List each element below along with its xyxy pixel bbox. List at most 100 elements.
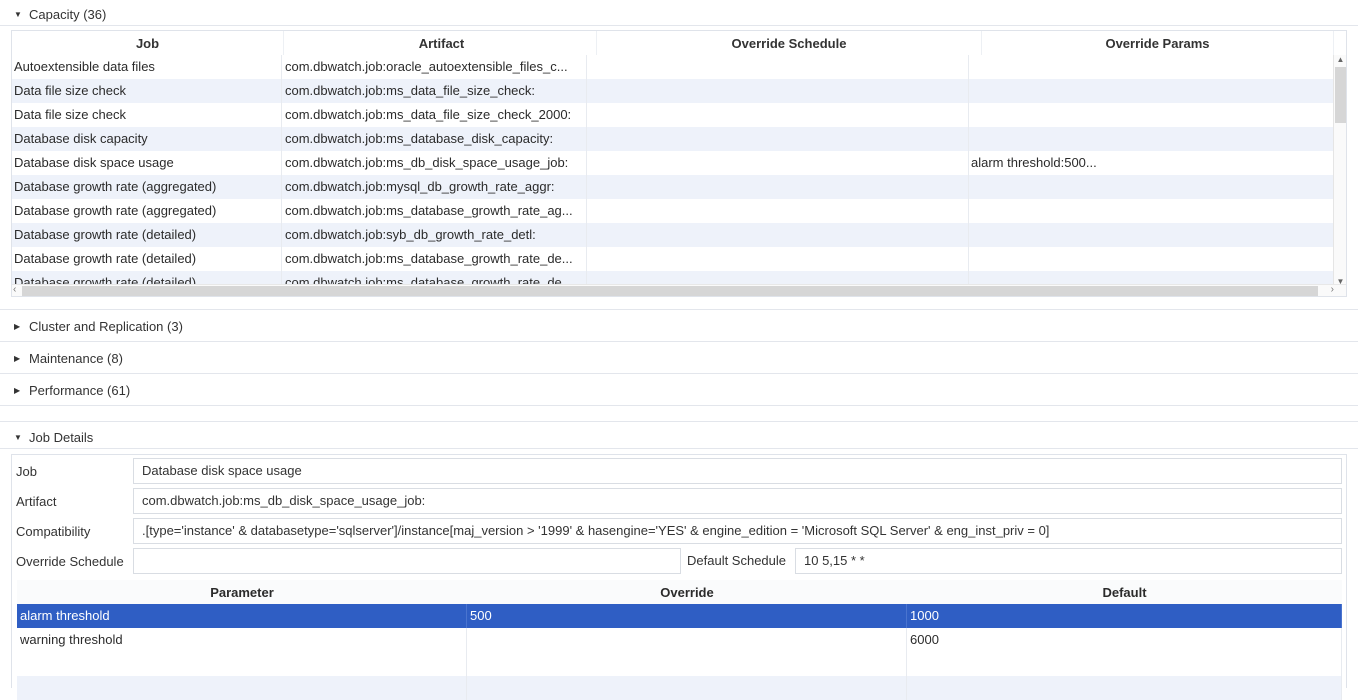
cell-job: Database growth rate (aggregated) — [12, 199, 282, 223]
cell-job: Autoextensible data files — [12, 55, 282, 79]
table-row[interactable]: Database disk space usage com.dbwatch.jo… — [12, 151, 1334, 175]
cell-override[interactable] — [467, 628, 907, 652]
section-performance-header[interactable]: ▶ Performance (61) — [0, 378, 1358, 402]
table-row[interactable]: Database growth rate (detailed) com.dbwa… — [12, 247, 1334, 271]
cell-override-params — [969, 247, 1334, 271]
scroll-right-icon[interactable]: › — [1331, 284, 1334, 295]
section-performance-label: Performance (61) — [29, 382, 131, 398]
scroll-up-icon[interactable]: ▲ — [1334, 55, 1346, 64]
divider — [0, 373, 1358, 374]
table-row[interactable] — [17, 652, 1342, 676]
cell-override-schedule — [587, 199, 969, 223]
cell-default — [907, 652, 1342, 676]
table-row[interactable] — [17, 676, 1342, 700]
divider — [0, 341, 1358, 342]
divider — [0, 309, 1358, 310]
job-label: Job — [16, 463, 37, 479]
column-header-parameter[interactable]: Parameter — [17, 580, 467, 604]
table-row[interactable]: Data file size check com.dbwatch.job:ms_… — [12, 79, 1334, 103]
column-header-job[interactable]: Job — [12, 31, 284, 55]
divider — [0, 405, 1358, 406]
table-row[interactable]: Database growth rate (aggregated) com.db… — [12, 175, 1334, 199]
cell-artifact: com.dbwatch.job:oracle_autoextensible_fi… — [282, 55, 587, 79]
horizontal-scrollbar[interactable]: ‹ › — [12, 284, 1346, 296]
cell-artifact: com.dbwatch.job:ms_database_growth_rate_… — [282, 199, 587, 223]
cell-job: Database growth rate (aggregated) — [12, 175, 282, 199]
cell-job: Database disk capacity — [12, 127, 282, 151]
cell-artifact: com.dbwatch.job:ms_db_disk_space_usage_j… — [282, 151, 587, 175]
compatibility-row: Compatibility — [16, 518, 90, 544]
table-header: Parameter Override Default — [17, 580, 1342, 604]
cell-override-params — [969, 103, 1334, 127]
cell-job: Data file size check — [12, 79, 282, 103]
artifact-row: Artifact — [16, 488, 56, 514]
cell-artifact: com.dbwatch.job:ms_data_file_size_check: — [282, 79, 587, 103]
scroll-left-icon[interactable]: ‹ — [13, 284, 16, 295]
cell-artifact: com.dbwatch.job:ms_database_growth_rate_… — [282, 271, 587, 285]
table-row[interactable]: Database growth rate (aggregated) com.db… — [12, 199, 1334, 223]
parameters-table: Parameter Override Default alarm thresho… — [17, 580, 1342, 700]
scrollbar-thumb[interactable] — [22, 286, 1318, 296]
cell-override-schedule — [587, 127, 969, 151]
cell-override-params — [969, 199, 1334, 223]
divider — [0, 448, 1358, 449]
divider — [0, 25, 1358, 26]
default-schedule-field[interactable]: 10 5,15 * * — [795, 548, 1342, 574]
cell-job: Data file size check — [12, 103, 282, 127]
section-cluster-header[interactable]: ▶ Cluster and Replication (3) — [0, 314, 1358, 338]
compatibility-label: Compatibility — [16, 523, 91, 539]
scrollbar-thumb[interactable] — [1335, 67, 1346, 123]
cell-default: 1000 — [907, 604, 1342, 628]
cell-artifact: com.dbwatch.job:ms_database_growth_rate_… — [282, 247, 587, 271]
cell-default: 6000 — [907, 628, 1342, 652]
job-details-panel: Job Database disk space usage Artifact c… — [11, 454, 1347, 700]
cell-override[interactable] — [467, 676, 907, 700]
column-header-default[interactable]: Default — [907, 580, 1342, 604]
column-header-override[interactable]: Override — [467, 580, 907, 604]
default-schedule-label: Default Schedule — [687, 553, 787, 568]
column-header-artifact[interactable]: Artifact — [284, 31, 597, 55]
override-schedule-label: Override Schedule — [16, 553, 124, 569]
job-field[interactable]: Database disk space usage — [133, 458, 1342, 484]
section-job-details-header[interactable]: ▼ Job Details — [0, 425, 1358, 449]
table-row[interactable]: Database growth rate (detailed) com.dbwa… — [12, 271, 1334, 285]
cell-override[interactable] — [467, 652, 907, 676]
cell-parameter: alarm threshold — [17, 604, 467, 628]
cell-override-params — [969, 127, 1334, 151]
table-row[interactable]: Database growth rate (detailed) com.dbwa… — [12, 223, 1334, 247]
cell-override-schedule — [587, 151, 969, 175]
cell-override[interactable]: 500 — [467, 604, 907, 628]
cell-override-schedule — [587, 55, 969, 79]
section-job-details-label: Job Details — [29, 429, 94, 445]
cell-override-schedule — [587, 103, 969, 127]
job-row: Job — [16, 458, 37, 484]
cell-override-params — [969, 55, 1334, 79]
vertical-scrollbar[interactable]: ▲ ▼ — [1333, 55, 1346, 286]
table-row[interactable]: warning threshold 6000 — [17, 628, 1342, 652]
caret-down-icon: ▼ — [14, 432, 22, 442]
cell-override-schedule — [587, 271, 969, 285]
divider — [0, 421, 1358, 422]
table-row[interactable]: Data file size check com.dbwatch.job:ms_… — [12, 103, 1334, 127]
section-capacity-label: Capacity (36) — [29, 6, 107, 22]
caret-right-icon: ▶ — [14, 385, 21, 395]
override-schedule-field[interactable] — [133, 548, 681, 574]
cell-override-schedule — [587, 247, 969, 271]
artifact-field[interactable]: com.dbwatch.job:ms_db_disk_space_usage_j… — [133, 488, 1342, 514]
cell-override-params — [969, 175, 1334, 199]
section-capacity-header[interactable]: ▼ Capacity (36) — [0, 2, 1358, 26]
table-row[interactable]: Autoextensible data files com.dbwatch.jo… — [12, 55, 1334, 79]
cell-override-params: alarm threshold:500... — [969, 151, 1334, 175]
compatibility-field[interactable]: .[type='instance' & databasetype='sqlser… — [133, 518, 1342, 544]
cell-override-schedule — [587, 79, 969, 103]
column-header-override-params[interactable]: Override Params — [982, 31, 1334, 55]
caret-right-icon: ▶ — [14, 321, 21, 331]
cell-override-params — [969, 223, 1334, 247]
table-body: Autoextensible data files com.dbwatch.jo… — [12, 55, 1334, 285]
section-cluster-label: Cluster and Replication (3) — [29, 318, 183, 334]
table-row[interactable]: Database disk capacity com.dbwatch.job:m… — [12, 127, 1334, 151]
table-row[interactable]: alarm threshold 500 1000 — [17, 604, 1342, 628]
column-header-override-schedule[interactable]: Override Schedule — [597, 31, 982, 55]
cell-override-params — [969, 271, 1334, 285]
section-maintenance-header[interactable]: ▶ Maintenance (8) — [0, 346, 1358, 370]
